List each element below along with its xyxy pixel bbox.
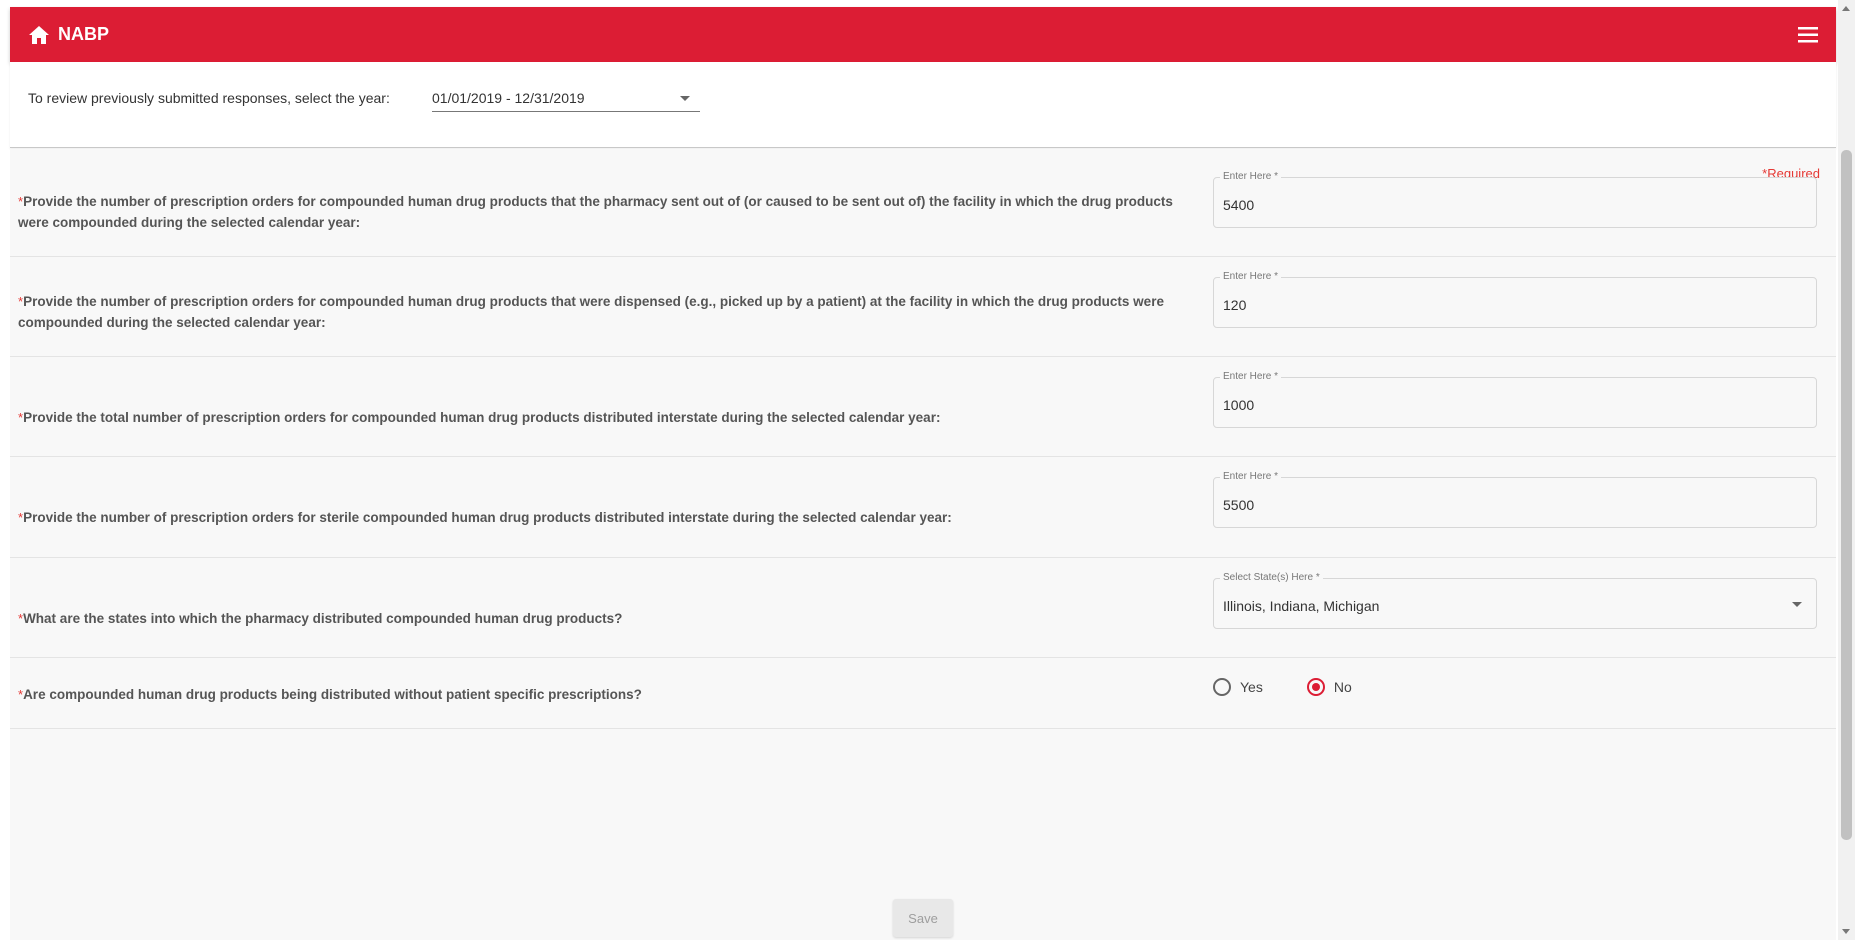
question-text: *Are compounded human drug products bein… (18, 687, 642, 702)
chevron-down-icon (1792, 602, 1802, 607)
chevron-down-icon (680, 96, 690, 101)
sterile-interstate-orders-input[interactable]: Enter Here * 5500 (1213, 471, 1817, 528)
radio-yes[interactable]: Yes (1213, 678, 1263, 696)
field-label: Enter Here * (1220, 171, 1282, 182)
field-label: Enter Here * (1220, 371, 1282, 382)
radio-label: Yes (1240, 679, 1263, 695)
question-text: *What are the states into which the phar… (18, 611, 623, 626)
field-value: Illinois, Indiana, Michigan (1223, 598, 1380, 614)
field-label: Enter Here * (1220, 471, 1282, 482)
hamburger-menu-icon[interactable] (1798, 26, 1818, 43)
question-row: *Provide the total number of prescriptio… (10, 357, 1836, 457)
interstate-orders-input[interactable]: Enter Here * 1000 (1213, 371, 1817, 428)
year-filter-bar: To review previously submitted responses… (10, 62, 1836, 148)
scrollbar[interactable] (1838, 0, 1855, 940)
question-row: *Provide the number of prescription orde… (10, 257, 1836, 357)
field-value: 120 (1223, 297, 1247, 313)
dispensed-orders-input[interactable]: Enter Here * 120 (1213, 271, 1817, 328)
save-button[interactable]: Save (893, 899, 953, 937)
radio-unchecked-icon (1213, 678, 1231, 696)
scroll-up-arrow-icon[interactable] (1842, 6, 1850, 11)
radio-no[interactable]: No (1306, 678, 1352, 696)
states-select[interactable]: Select State(s) Here * Illinois, Indiana… (1213, 572, 1817, 629)
page: NABP To review previously submitted resp… (0, 0, 1855, 940)
field-value: 5400 (1223, 197, 1255, 213)
compounding-form: *Required *Provide the number of prescri… (10, 149, 1836, 940)
app-header: NABP (10, 7, 1836, 62)
radio-checked-icon (1306, 678, 1325, 696)
question-text: *Provide the number of prescription orde… (18, 194, 1173, 230)
field-label: Select State(s) Here * (1220, 572, 1323, 583)
question-text: *Provide the number of prescription orde… (18, 294, 1164, 330)
brand-name: NABP (58, 24, 110, 44)
scrollbar-thumb[interactable] (1841, 150, 1852, 840)
field-value: 1000 (1223, 397, 1255, 413)
year-select[interactable]: 01/01/2019 - 12/31/2019 (432, 86, 700, 112)
question-row: *Provide the number of prescription orde… (10, 149, 1836, 257)
radio-label: No (1333, 679, 1352, 695)
question-row: *What are the states into which the phar… (10, 558, 1836, 658)
home-link[interactable]: NABP (28, 24, 109, 45)
distribution-radio-group: Yes No (1213, 678, 1352, 696)
scroll-down-arrow-icon[interactable] (1842, 929, 1850, 934)
question-text: *Provide the total number of prescriptio… (18, 410, 941, 425)
year-filter-label: To review previously submitted responses… (28, 90, 390, 106)
year-select-value: 01/01/2019 - 12/31/2019 (432, 90, 585, 106)
field-value: 5500 (1223, 497, 1255, 513)
question-row: *Are compounded human drug products bein… (10, 658, 1836, 729)
home-icon (29, 25, 49, 44)
question-text: *Provide the number of prescription orde… (18, 510, 952, 525)
question-row: *Provide the number of prescription orde… (10, 457, 1836, 558)
field-label: Enter Here * (1220, 271, 1282, 282)
sent-out-orders-input[interactable]: Enter Here * 5400 (1213, 171, 1817, 228)
